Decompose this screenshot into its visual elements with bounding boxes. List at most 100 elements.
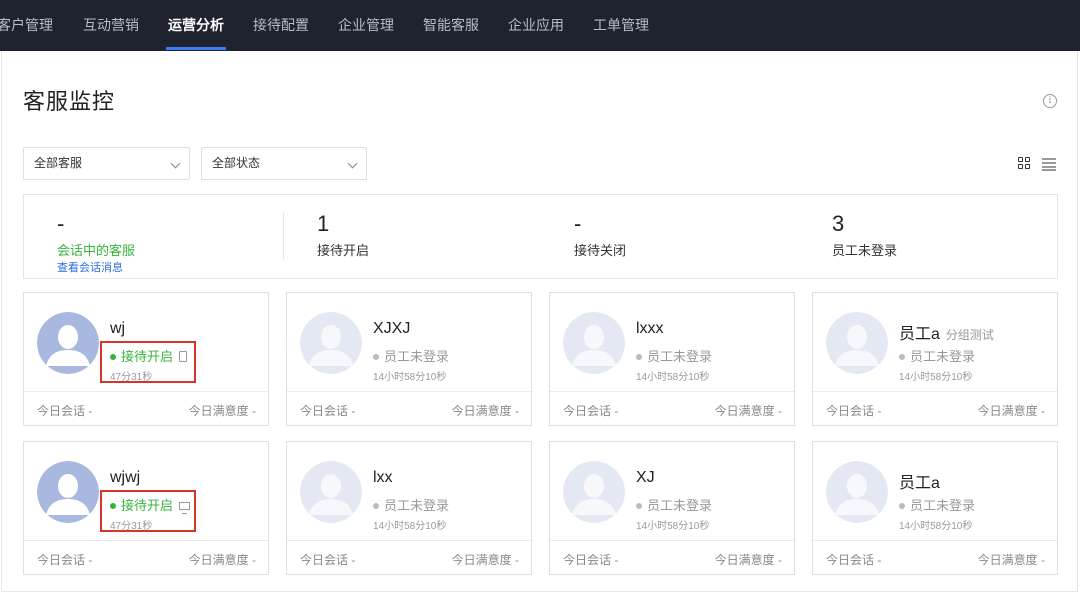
agent-name: 员工a 分组测试 (899, 320, 994, 344)
nav-item-reception[interactable]: 接待配置 (253, 0, 309, 51)
stats-panel: - 会话中的客服 查看会话消息 1 接待开启 - 接待关闭 3 员工未登录 (23, 194, 1058, 279)
stat-label: 接待开启 (317, 243, 370, 258)
agent-name-text: lxxx (636, 320, 664, 337)
status-dot-icon (899, 353, 905, 360)
today-sessions: 今日会话 - (300, 404, 356, 418)
avatar (300, 312, 362, 374)
agent-name-text: XJXJ (373, 320, 411, 337)
agent-card[interactable]: wj 接待开启 47分31秒 今日会话 - 今日满意度 - (23, 292, 269, 426)
stat-value: 1 (317, 211, 330, 236)
agent-card[interactable]: lxx 员工未登录 14小时58分10秒 今日会话 - 今日满意度 - (286, 441, 532, 575)
chevron-down-icon (170, 158, 181, 169)
today-satisfaction: 今日满意度 - (451, 553, 519, 567)
today-satisfaction: 今日满意度 - (188, 404, 256, 418)
agent-name: 员工a (899, 469, 940, 493)
nav-item-customers[interactable]: 客户管理 (0, 0, 53, 51)
avatar (37, 461, 99, 523)
today-sessions: 今日会话 - (37, 404, 93, 418)
highlight-box (100, 341, 196, 383)
avatar (300, 461, 362, 523)
nav-item-enterprise[interactable]: 企业管理 (338, 0, 394, 51)
today-sessions: 今日会话 - (826, 404, 882, 418)
nav-item-marketing[interactable]: 互动营销 (83, 0, 139, 51)
status-filter-value: 全部状态 (212, 156, 261, 170)
status-dot-icon (899, 502, 905, 509)
today-sessions: 今日会话 - (563, 404, 619, 418)
stat-value: - (57, 211, 65, 236)
agent-status: 员工未登录 (373, 495, 449, 514)
agent-name-text: 员工a (899, 326, 940, 343)
agent-name: wj (110, 320, 125, 338)
stat-value: - (574, 211, 582, 236)
avatar (563, 312, 625, 374)
status-dot-icon (636, 502, 642, 509)
agent-card-footer: 今日会话 - 今日满意度 - (287, 391, 531, 426)
agent-name-text: lxx (373, 469, 393, 486)
nav-item-smart-service[interactable]: 智能客服 (423, 0, 479, 51)
agent-card-footer: 今日会话 - 今日满意度 - (813, 391, 1057, 426)
page-title: 客服监控 (23, 89, 116, 114)
avatar (826, 312, 888, 374)
today-sessions: 今日会话 - (300, 553, 356, 567)
agent-card-footer: 今日会话 - 今日满意度 - (813, 540, 1057, 575)
agent-filter-select[interactable]: 全部客服 (23, 147, 190, 180)
agent-card[interactable]: 员工a 分组测试员工未登录 14小时58分10秒今日会话 - 今日满意度 - (812, 292, 1058, 426)
top-nav: 客户管理 互动营销 运营分析 接待配置 企业管理 智能客服 企业应用 工单管理 (0, 0, 1080, 51)
nav-item-analytics[interactable]: 运营分析 (168, 0, 224, 51)
grid-view-icon[interactable] (1018, 157, 1031, 170)
agent-status: 员工未登录 (899, 495, 975, 514)
info-icon[interactable]: i (1043, 94, 1057, 108)
agent-status-text: 员工未登录 (910, 349, 976, 364)
agent-card-footer: 今日会话 - 今日满意度 - (550, 391, 794, 426)
agent-status: 员工未登录 (636, 346, 712, 365)
agent-status-text: 员工未登录 (384, 349, 450, 364)
agent-card-footer: 今日会话 - 今日满意度 - (24, 391, 268, 426)
agent-name: lxxx (636, 320, 664, 338)
agent-card-footer: 今日会话 - 今日满意度 - (24, 540, 268, 575)
agent-name-text: wjwj (110, 469, 141, 486)
agent-filter-value: 全部客服 (34, 156, 83, 170)
agent-card[interactable]: XJXJ 员工未登录 14小时58分10秒今日会话 - 今日满意度 - (286, 292, 532, 426)
today-satisfaction: 今日满意度 - (714, 404, 782, 418)
today-satisfaction: 今日满意度 - (977, 404, 1045, 418)
avatar (563, 461, 625, 523)
agent-status-text: 员工未登录 (384, 498, 450, 513)
agent-name: wjwj (110, 469, 140, 487)
status-filter-select[interactable]: 全部状态 (201, 147, 367, 180)
agent-card[interactable]: 员工a 员工未登录 14小时58分10秒今日会话 - 今日满意度 - (812, 441, 1058, 575)
agent-name-text: 员工a (899, 475, 940, 492)
agent-status: 员工未登录 (899, 346, 975, 365)
agent-duration: 14小时58分10秒 (636, 521, 710, 532)
agent-status-text: 员工未登录 (910, 498, 976, 513)
agent-duration: 14小时58分10秒 (373, 372, 447, 383)
nav-item-apps[interactable]: 企业应用 (508, 0, 564, 51)
agent-name-text: XJ (636, 469, 655, 486)
agent-status: 员工未登录 (636, 495, 712, 514)
stat-label: 会话中的客服 (57, 243, 136, 258)
agent-status-text: 员工未登录 (647, 349, 713, 364)
list-view-icon[interactable] (1042, 157, 1056, 171)
agent-card[interactable]: XJ 员工未登录 14小时58分10秒 今日会话 - 今日满意度 - (549, 441, 795, 575)
agent-name: XJXJ (373, 320, 410, 338)
agent-duration: 14小时58分10秒 (899, 521, 973, 532)
agent-card[interactable]: lxxx 员工未登录 14小时58分10秒今日会话 - 今日满意度 - (549, 292, 795, 426)
nav-active-indicator (166, 47, 226, 50)
chevron-down-icon (347, 158, 358, 169)
agent-duration: 14小时58分10秒 (899, 372, 973, 383)
agent-status: 员工未登录 (373, 346, 449, 365)
agent-name-text: wj (110, 320, 126, 337)
today-satisfaction: 今日满意度 - (977, 553, 1045, 567)
status-dot-icon (373, 502, 379, 509)
agent-name: XJ (636, 469, 655, 487)
today-satisfaction: 今日满意度 - (188, 553, 256, 567)
status-dot-icon (636, 353, 642, 360)
agent-card[interactable]: wjwj 接待开启 47分31秒 今日会话 - 今日满意度 - (23, 441, 269, 575)
agent-name: lxx (373, 469, 393, 487)
nav-item-tickets[interactable]: 工单管理 (593, 0, 649, 51)
avatar (826, 461, 888, 523)
agent-duration: 14小时58分10秒 (636, 372, 710, 383)
stat-divider (283, 212, 284, 260)
view-session-messages-link[interactable]: 查看会话消息 (57, 259, 123, 275)
today-satisfaction: 今日满意度 - (714, 553, 782, 567)
agent-group: 分组测试 (945, 328, 994, 342)
